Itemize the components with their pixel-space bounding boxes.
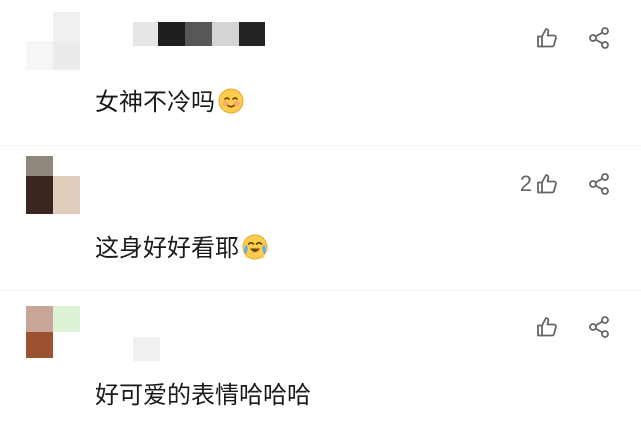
comment-text-content: 好可爱的表情哈哈哈 [95,381,311,409]
smiling-face-emoji [218,88,244,114]
comment-text-content: 女神不冷吗 [95,88,215,116]
username[interactable] [133,22,265,46]
avatar[interactable] [26,12,80,70]
share-icon[interactable] [587,26,611,50]
share-icon[interactable] [587,172,611,196]
comment-item: 这身好好看耶 2 [0,145,641,291]
comment-text-content: 这身好好看耶 [95,234,239,262]
thumbs-up-icon[interactable] [535,315,559,339]
comment-text: 女神不冷吗 [95,86,244,118]
comment-actions: 2 [520,171,611,197]
crying-laughing-face-emoji [242,234,268,260]
share-icon[interactable] [587,315,611,339]
comment-text: 好可爱的表情哈哈哈 [95,379,311,411]
username[interactable] [133,337,160,361]
avatar[interactable] [26,306,80,364]
thumbs-up-icon[interactable] [535,172,559,196]
like-count: 2 [519,171,532,196]
comment-item: 好可爱的表情哈哈哈 [0,290,641,436]
thumbs-up-icon[interactable] [535,26,559,50]
comment-item: 女神不冷吗 [0,0,641,145]
comment-actions [532,314,611,340]
comment-actions [532,25,611,51]
comment-text: 这身好好看耶 [95,232,268,264]
avatar[interactable] [26,156,80,214]
